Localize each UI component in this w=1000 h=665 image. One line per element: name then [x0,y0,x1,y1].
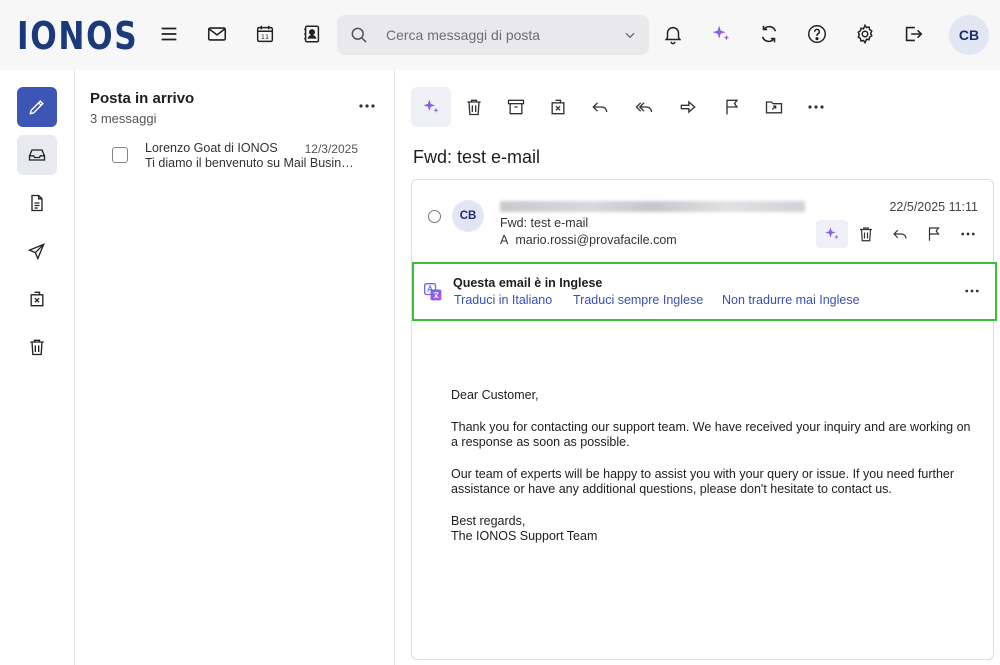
chevron-down-icon[interactable] [621,26,639,44]
message-list-pane: Posta in arrivo 3 messaggi Lorenzo Goat … [75,70,395,665]
email-subject-heading: Fwd: test e-mail [413,147,541,167]
flag-button[interactable] [712,87,752,127]
ai-sparkle-icon[interactable] [707,20,735,48]
sidebar-item-drafts[interactable] [17,183,57,223]
email-body: Dear Customer, Thank you for contacting … [451,388,971,545]
move-button[interactable] [754,87,794,127]
ai-assistant-button[interactable] [411,87,451,127]
body-paragraph: Our team of experts will be happy to ass… [451,466,955,497]
archive-icon [507,99,525,115]
recipient-address: mario.rossi@provafacile.com [515,233,677,247]
reply-all-button[interactable] [624,87,664,127]
reply-icon [893,229,907,239]
reply-icon [592,102,608,113]
recipient-line: Amario.rossi@provafacile.com [500,233,677,247]
logout-icon[interactable] [899,20,927,48]
send-icon [27,243,45,261]
body-signature: The IONOS Support Team [451,529,598,543]
reading-pane: Fwd: test e-mail CB 22/5/2025 11:11 Fwd:… [395,70,1000,665]
translation-title: Questa email è in Inglese [453,276,603,290]
spam-button[interactable] [538,87,578,127]
translation-more-icon[interactable] [961,283,983,299]
sync-icon[interactable] [755,20,783,48]
help-icon[interactable] [803,20,831,48]
user-avatar[interactable]: CB [949,15,989,55]
archive-button[interactable] [496,87,536,127]
forward-icon [680,100,696,114]
flag-small-button[interactable] [918,220,950,248]
trash-icon [467,99,481,116]
menu-icon[interactable] [155,20,183,48]
bell-icon[interactable] [659,20,687,48]
flag-icon [928,227,940,241]
more-actions-button[interactable] [796,87,836,127]
sidebar-item-inbox[interactable] [17,135,57,175]
list-item[interactable]: Lorenzo Goat di IONOS 12/3/2025 Ti diamo… [105,140,365,174]
reply-small-button[interactable] [884,220,916,248]
message-count: 3 messaggi [90,111,157,126]
reply-button[interactable] [580,87,620,127]
delete-small-button[interactable] [850,220,882,248]
more-options-icon[interactable] [356,98,378,114]
ai-sparkle-icon [423,99,439,113]
ai-assistant-small-button[interactable] [816,220,848,248]
ionos-logo[interactable]: IONOS [17,14,138,58]
trash-icon [30,339,44,356]
calendar-icon[interactable]: 11 [251,20,279,48]
search-bar[interactable] [337,15,649,55]
more-small-button[interactable] [952,220,984,248]
reply-all-icon [635,102,653,113]
sender-redacted [500,201,805,212]
sidebar-item-sent[interactable] [17,231,57,271]
email-date: 22/5/2025 11:11 [889,200,978,214]
ai-sparkle-icon [825,227,839,240]
email-card: CB 22/5/2025 11:11 Fwd: test e-mail Amar… [411,179,997,660]
body-greeting: Dear Customer, [451,388,539,402]
delete-button[interactable] [454,87,494,127]
svg-text:11: 11 [261,33,269,41]
email-card-subject: Fwd: test e-mail [500,216,589,230]
top-bar: IONOS 11 CB [0,0,1000,70]
translate-icon [424,283,442,301]
always-translate-link[interactable]: Traduci sempre Inglese [573,293,703,307]
recipient-label: A [500,233,509,247]
inbox-icon [28,149,46,161]
gear-icon[interactable] [851,20,879,48]
mail-icon[interactable] [203,20,231,48]
message-date: 12/3/2025 [304,142,358,156]
document-icon [31,194,43,212]
flag-icon [726,99,739,115]
select-radio[interactable] [428,210,441,223]
body-paragraph: Thank you for contacting our support tea… [451,419,971,450]
spam-icon [30,291,44,307]
forward-button[interactable] [668,87,708,127]
body-closing: Best regards, [451,513,526,528]
never-translate-link[interactable]: Non tradurre mai Inglese [722,293,860,307]
translation-banner: Questa email è in Inglese Traduci in Ita… [412,262,997,321]
spam-icon [551,99,565,115]
sender-avatar: CB [452,200,484,232]
pencil-icon [29,100,44,115]
contacts-icon[interactable] [298,20,326,48]
sidebar-item-spam[interactable] [17,279,57,319]
translate-to-italian-link[interactable]: Traduci in Italiano [454,293,552,307]
left-sidebar [0,70,75,665]
message-sender: Lorenzo Goat di IONOS [145,141,278,155]
compose-button[interactable] [17,87,57,127]
folder-title: Posta in arrivo [90,90,195,107]
search-icon[interactable] [347,23,371,47]
search-input[interactable] [386,27,606,43]
sidebar-item-trash[interactable] [17,327,57,367]
more-options-icon [808,105,824,109]
message-checkbox[interactable] [112,147,128,163]
folder-move-icon [765,101,783,114]
more-options-icon [961,232,975,236]
trash-icon [860,227,872,242]
message-subject: Ti diamo il benvenuto su Mail Business [145,156,360,170]
